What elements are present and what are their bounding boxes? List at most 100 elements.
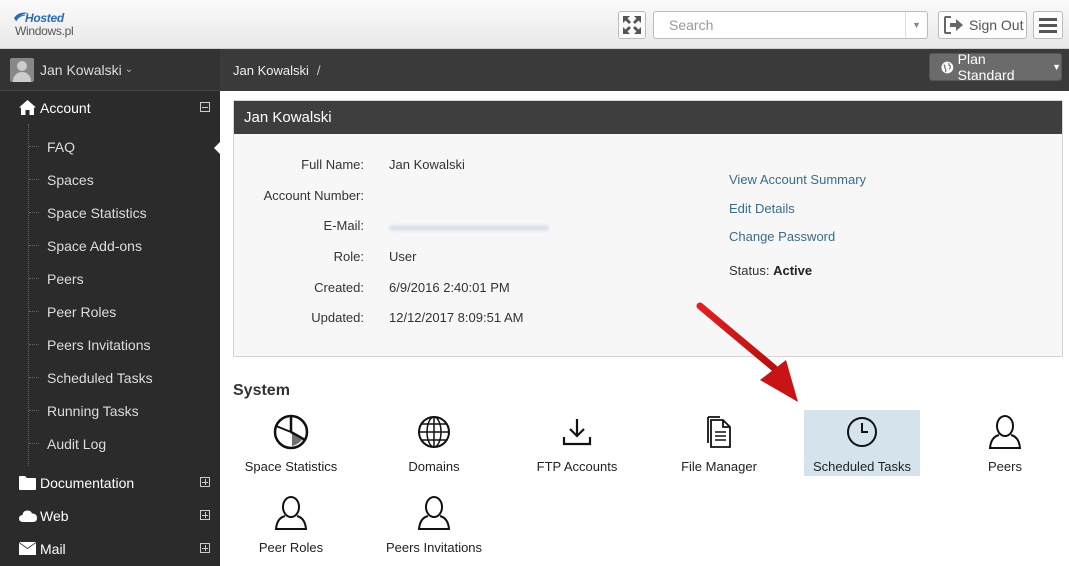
globe-icon [941,61,954,73]
status-value: Active [773,263,813,278]
tile-icon-wrap [705,410,733,450]
logo[interactable]: Hosted Windows.pl [13,10,83,40]
chevron-down-icon: ⌄ [124,64,134,75]
created-value: 6/9/2016 2:40:01 PM [389,280,510,295]
tile-scheduled-tasks[interactable]: Scheduled Tasks [804,410,920,476]
logo-text-domain: Windows.pl [15,24,74,38]
cloud-icon [19,508,37,524]
user-menu[interactable]: Jan Kowalski ⌄ [0,49,220,91]
logo-text-hosted: Hosted [25,11,64,25]
sidebar-item-spaces[interactable]: Spaces [29,163,220,196]
sidebar-section-account[interactable]: Account [0,91,220,124]
plan-dropdown-button[interactable]: Plan Standard ▼ [929,51,1062,83]
sidebar-item-scheduled-tasks[interactable]: Scheduled Tasks [29,361,220,394]
user-icon [417,496,451,530]
sign-out-icon [944,16,963,34]
change-password-link[interactable]: Change Password [729,229,835,244]
top-bar: Hosted Windows.pl ▼ Sign Out [0,0,1069,49]
updated-label: Updated: [311,310,364,325]
home-icon [19,100,37,116]
chevron-down-icon: ▼ [912,20,921,30]
sidebar-item-label: Space Add-ons [47,237,142,254]
edit-details-link[interactable]: Edit Details [729,201,795,216]
tile-space-statistics[interactable]: Space Statistics [233,410,349,476]
sidebar-item-label: Peers Invitations [47,336,151,353]
collapse-icon[interactable] [200,102,210,112]
full-name-value: Jan Kowalski [389,157,465,172]
sidebar: Jan Kowalski ⌄ Account FAQ Spaces Space … [0,49,220,566]
tile-label: Peer Roles [258,540,324,555]
tile-label: Peers Invitations [385,540,483,555]
sidebar-item-label: Scheduled Tasks [47,369,153,386]
tile-ftp-accounts[interactable]: FTP Accounts [519,410,635,476]
sidebar-section-label: Documentation [40,474,135,491]
hamburger-menu-button[interactable] [1033,11,1063,39]
tile-peers[interactable]: Peers [947,410,1063,476]
expand-icon[interactable] [200,510,210,520]
sidebar-item-space-statistics[interactable]: Space Statistics [29,196,220,229]
view-account-summary-link[interactable]: View Account Summary [729,172,866,187]
sidebar-section-web[interactable]: Web [0,499,220,532]
sidebar-item-peers-invitations[interactable]: Peers Invitations [29,328,220,361]
expand-icon[interactable] [200,477,210,487]
tile-label: Peers [988,459,1022,474]
sidebar-item-faq[interactable]: FAQ [29,130,220,163]
account-panel: Jan Kowalski Full Name: Jan Kowalski Acc… [233,100,1063,357]
updated-value: 12/12/2017 8:09:51 AM [389,310,524,325]
tile-icon-wrap [273,410,309,450]
sign-out-label: Sign Out [969,17,1024,33]
tile-peer-roles[interactable]: Peer Roles [233,491,349,557]
sidebar-item-peers[interactable]: Peers [29,262,220,295]
tile-icon-wrap [561,410,593,450]
tile-label: Scheduled Tasks [812,459,912,474]
search-box: ▼ [653,11,928,39]
document-icon [707,416,731,448]
plan-label: Plan Standard [957,51,1015,83]
expand-icon [623,16,641,34]
user-icon [988,415,1022,449]
tile-icon-wrap [417,410,451,450]
tile-icon-wrap [417,491,451,531]
search-dropdown-button[interactable]: ▼ [905,12,927,38]
breadcrumb-item[interactable]: Jan Kowalski [233,63,309,78]
sidebar-section-documentation[interactable]: Documentation [0,466,220,499]
sidebar-section-label: Mail [40,540,66,557]
sidebar-item-space-add-ons[interactable]: Space Add-ons [29,229,220,262]
globe-icon [418,416,450,448]
tile-icon-wrap [274,491,308,531]
status-label: Status: [729,263,770,278]
sidebar-section-mail[interactable]: Mail [0,532,220,565]
tile-domains[interactable]: Domains [376,410,492,476]
menu-bar-icon [1039,29,1057,33]
status: Status: Active [729,263,812,278]
chevron-down-icon: ▼ [1052,62,1061,72]
sign-out-button[interactable]: Sign Out [938,11,1027,39]
sidebar-item-label: Space Statistics [47,204,147,221]
sidebar-item-running-tasks[interactable]: Running Tasks [29,394,220,427]
account-number-label: Account Number: [263,188,364,203]
full-name-label: Full Name: [301,157,364,172]
download-icon [562,419,592,446]
account-submenu: FAQ Spaces Space Statistics Space Add-on… [28,124,220,466]
user-name: Jan Kowalski [40,61,122,78]
tile-file-manager[interactable]: File Manager [661,410,777,476]
fullscreen-button[interactable] [618,11,646,39]
tile-peers-invitations[interactable]: Peers Invitations [376,491,492,557]
menu-bar-icon [1039,17,1057,21]
created-label: Created: [314,280,364,295]
tile-label: FTP Accounts [536,459,618,474]
system-section-title: System [233,382,290,399]
sidebar-item-peer-roles[interactable]: Peer Roles [29,295,220,328]
search-input[interactable] [654,12,904,38]
expand-icon[interactable] [200,543,210,553]
user-icon [274,496,308,530]
sidebar-item-label: FAQ [47,138,76,155]
annotation-arrow-icon [696,302,798,402]
pie-chart-icon [273,414,309,450]
menu-bar-icon [1039,23,1057,27]
breadcrumb-separator: / [316,63,321,78]
email-label: E-Mail: [323,218,364,233]
sidebar-item-audit-log[interactable]: Audit Log [29,427,220,460]
role-label: Role: [333,249,364,264]
breadcrumb-bar: Jan Kowalski / Plan Standard ▼ [220,49,1069,91]
